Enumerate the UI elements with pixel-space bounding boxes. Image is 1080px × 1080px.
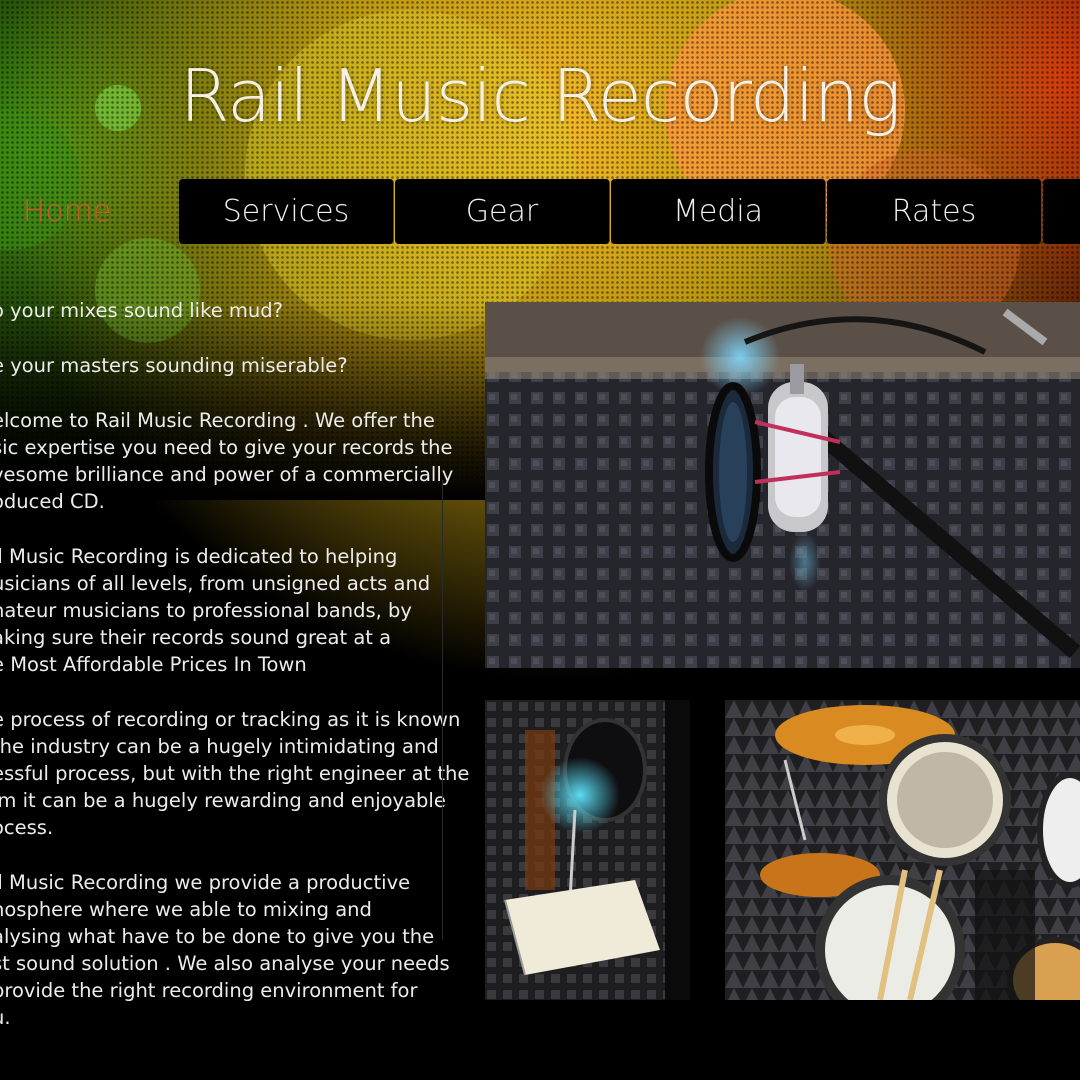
intro-paragraph: e process of recording or tracking as it… (0, 706, 469, 841)
intro-line: sic expertise you need to give your reco… (0, 436, 453, 459)
nav-item-gear[interactable]: Gear (395, 179, 610, 244)
column-divider (442, 480, 443, 940)
intro-line: aking sure their records sound great at … (0, 626, 392, 649)
intro-line: oduced CD. (0, 490, 105, 513)
intro-line: provide the right recording environment … (0, 979, 418, 1002)
intro-paragraph: elcome to Rail Music Recording . We offe… (0, 407, 453, 515)
intro-line: e Most Affordable Prices In Town (0, 653, 307, 676)
intro-line: essful process, but with the right engin… (0, 762, 470, 785)
intro-line: usicians of all levels, from unsigned ac… (0, 572, 431, 595)
intro-text: o your mixes sound like mud? e your maste… (0, 297, 469, 1059)
intro-line: alysing what have to be done to give you… (0, 925, 435, 948)
main-nav: Home Services Gear Media Rates (0, 179, 1080, 244)
intro-paragraph: il Music Recording is dedicated to helpi… (0, 543, 442, 678)
intro-line: the industry can be a hugely intimidatin… (0, 735, 439, 758)
intro-paragraph: il Music Recording we provide a producti… (0, 869, 450, 1031)
intro-line: vesome brilliance and power of a commerc… (0, 463, 454, 486)
nav-item-home[interactable]: Home (0, 179, 174, 244)
intro-line: u. (0, 1006, 11, 1029)
intro-line: st sound solution . We also analyse your… (0, 952, 450, 975)
studio-microphone-photo (485, 302, 1080, 668)
nav-item-services[interactable]: Services (179, 179, 394, 244)
nav-item-media[interactable]: Media (611, 179, 826, 244)
intro-line: ocess. (0, 816, 54, 839)
intro-line: il Music Recording is dedicated to helpi… (0, 545, 398, 568)
intro-line: e process of recording or tracking as it… (0, 708, 461, 731)
vocal-booth-photo (485, 700, 690, 1000)
drum-kit-photo (725, 700, 1080, 1000)
intro-line: il Music Recording we provide a producti… (0, 871, 411, 894)
intro-line: nosphere where we able to mixing and (0, 898, 372, 921)
intro-line: lm it can be a hugely rewarding and enjo… (0, 789, 446, 812)
intro-line: o your mixes sound like mud? (0, 299, 283, 322)
intro-line: elcome to Rail Music Recording . We offe… (0, 409, 435, 432)
nav-item-more[interactable] (1043, 179, 1080, 244)
intro-paragraph: e your masters sounding miserable? (0, 352, 442, 379)
intro-paragraph: o your mixes sound like mud? (0, 297, 442, 324)
site-title: Rail Music Recording (179, 54, 902, 138)
nav-item-rates[interactable]: Rates (827, 179, 1042, 244)
intro-line: e your masters sounding miserable? (0, 354, 348, 377)
intro-line: nateur musicians to professional bands, … (0, 599, 412, 622)
